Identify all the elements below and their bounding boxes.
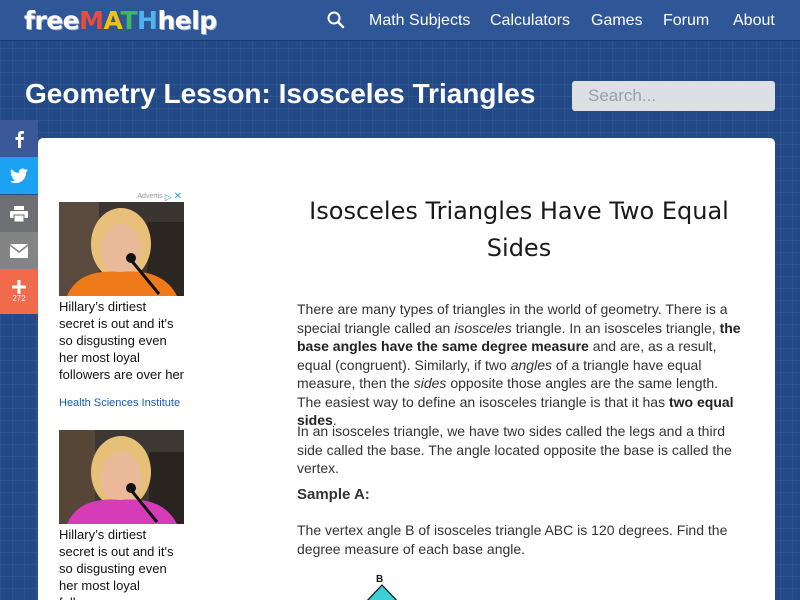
ad-photo[interactable] (59, 202, 184, 296)
nav-about[interactable]: About (733, 0, 775, 41)
ad-headline[interactable]: Hillary’s dirtiest secret is out and it'… (59, 526, 184, 600)
site-logo[interactable]: freeMATHhelp (24, 5, 217, 37)
ad-choices-icon: ▷ (164, 192, 172, 202)
ad-unit[interactable]: Advertis ▷ ✕ Hillary’s dirtiest secret i… (59, 192, 184, 432)
print-icon (10, 205, 28, 222)
ad-source-link[interactable]: Health Sciences Institute (59, 397, 180, 409)
share-count: 272 (12, 294, 26, 303)
text-span: triangle. In an isosceles triangle, (511, 319, 720, 336)
twitter-share-button[interactable] (0, 157, 38, 194)
plus-icon (12, 280, 26, 294)
more-share-button[interactable]: 272 (0, 269, 38, 314)
print-button[interactable] (0, 195, 38, 232)
nav-calculators[interactable]: Calculators (490, 0, 570, 41)
triangle-diagram (364, 584, 400, 600)
ad-choices-badge[interactable]: Advertis ▷ ✕ (137, 192, 182, 203)
logo-free: free (24, 6, 80, 35)
email-share-button[interactable] (0, 232, 38, 269)
sample-heading: Sample A: (297, 486, 370, 503)
content-card: Advertis ▷ ✕ Hillary’s dirtiest secret i… (38, 138, 775, 600)
search-icon[interactable] (326, 10, 346, 30)
text-span: isosceles (454, 319, 512, 336)
page-title: Geometry Lesson: Isosceles Triangles (25, 78, 536, 109)
nav-math-subjects[interactable]: Math Subjects (369, 0, 470, 41)
logo-letter-m: M (79, 6, 104, 35)
nav-forum[interactable]: Forum (663, 0, 709, 41)
ad-choices-label: Advertis (137, 193, 163, 200)
close-icon[interactable]: ✕ (174, 192, 182, 202)
search-input[interactable] (572, 81, 775, 111)
email-icon (10, 243, 28, 258)
facebook-icon (15, 130, 24, 148)
ad-unit[interactable]: Hillary’s dirtiest secret is out and it'… (59, 430, 184, 600)
logo-letter-t: T (120, 6, 137, 35)
article-paragraph: The vertex angle B of isosceles triangle… (297, 522, 728, 557)
logo-help: help (157, 6, 217, 35)
logo-letter-h: H (137, 6, 158, 35)
article-paragraph: In an isosceles triangle, we have two si… (297, 423, 732, 476)
text-span: sides (413, 375, 447, 391)
top-nav-bar: freeMATHhelp Math Subjects Calculators G… (0, 0, 800, 41)
facebook-share-button[interactable] (0, 120, 38, 157)
logo-letter-a: A (103, 6, 121, 35)
article-title: Isosceles Triangles Have Two Equal Sides (309, 197, 729, 262)
ad-photo[interactable] (59, 430, 184, 524)
text-span: angles (510, 356, 552, 373)
nav-games[interactable]: Games (591, 0, 643, 41)
twitter-icon (10, 168, 28, 183)
ad-headline[interactable]: Hillary’s dirtiest secret is out and it'… (59, 298, 184, 383)
article-paragraph: There are many types of triangles in the… (297, 300, 744, 430)
